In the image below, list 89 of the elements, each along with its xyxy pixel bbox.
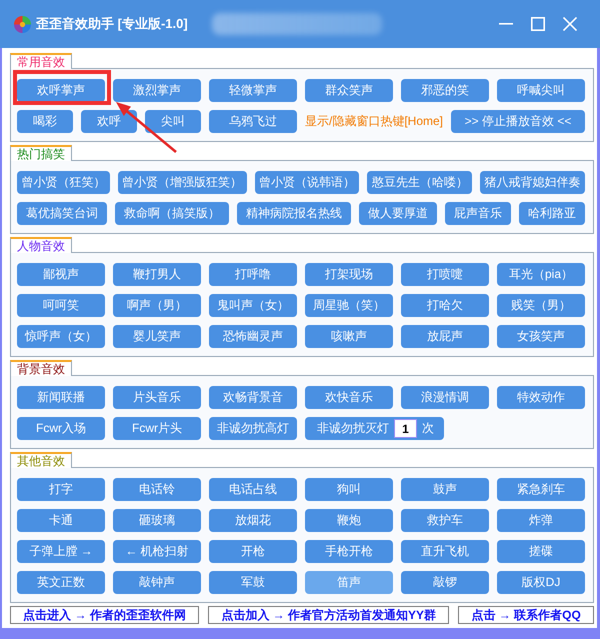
group-title: 常用音效 bbox=[10, 53, 72, 69]
color-wheel-icon bbox=[14, 16, 31, 32]
sound-button[interactable]: 卡通 bbox=[17, 509, 105, 532]
group-title: 其他音效 bbox=[10, 452, 72, 468]
sound-button[interactable]: 鬼叫声（女） bbox=[209, 294, 297, 317]
sound-button[interactable]: 敲钟声 bbox=[113, 571, 201, 594]
sound-button[interactable]: 鼓声 bbox=[401, 478, 489, 501]
sound-button[interactable]: 呵呵笑 bbox=[17, 294, 105, 317]
window-title: 歪歪音效助手 [专业版-1.0] bbox=[36, 15, 188, 33]
sound-button[interactable]: 轻微掌声 bbox=[209, 79, 297, 102]
sound-button[interactable]: 哈利路亚 bbox=[519, 202, 585, 225]
sound-button[interactable]: 欢快音乐 bbox=[305, 386, 393, 409]
sound-button[interactable]: 紧急刹车 bbox=[497, 478, 585, 501]
sound-button[interactable]: 搓碟 bbox=[497, 540, 585, 563]
footer-link[interactable]: 点击进入 → 作者的歪歪软件网 bbox=[10, 606, 200, 624]
sound-button[interactable]: 手枪开枪 bbox=[305, 540, 393, 563]
sound-button[interactable]: 屁声音乐 bbox=[445, 202, 511, 225]
group-title: 人物音效 bbox=[10, 237, 72, 253]
sound-button[interactable]: 军鼓 bbox=[209, 571, 297, 594]
sound-button[interactable]: 惊呼声（女） bbox=[17, 325, 105, 348]
sound-button[interactable]: 欢畅背景音 bbox=[209, 386, 297, 409]
sound-button[interactable]: 英文正数 bbox=[17, 571, 105, 594]
sound-button[interactable]: 子弹上膛 → bbox=[17, 540, 105, 563]
sound-button[interactable]: 浪漫情调 bbox=[401, 386, 489, 409]
sound-button[interactable]: Fcwr入场 bbox=[17, 417, 105, 440]
sound-button[interactable]: 女孩笑声 bbox=[497, 325, 585, 348]
footer-link[interactable]: 点击加入 → 作者官方活动首发通知YY群 bbox=[208, 606, 450, 624]
count-button[interactable]: 非诚勿扰灭灯 1 次 bbox=[305, 417, 444, 440]
maximize-icon bbox=[531, 17, 545, 31]
stop-button[interactable]: >> 停止播放音效 << bbox=[451, 110, 585, 133]
group-title: 背景音效 bbox=[10, 360, 72, 376]
hotkey-hint: 显示/隐藏窗口热键[Home] bbox=[305, 113, 444, 130]
sound-button[interactable]: 猪八戒背媳妇伴奏 bbox=[480, 171, 585, 194]
sound-button[interactable]: 打字 bbox=[17, 478, 105, 501]
sound-button[interactable]: 鄙视声 bbox=[17, 263, 105, 286]
sound-button[interactable]: 憨豆先生（哈喽） bbox=[367, 171, 472, 194]
sound-button[interactable]: 救命啊（搞笑版） bbox=[115, 202, 229, 225]
sound-button[interactable]: ← 机枪扫射 bbox=[113, 540, 201, 563]
sound-button[interactable]: 片头音乐 bbox=[113, 386, 201, 409]
sound-button[interactable]: 直升飞机 bbox=[401, 540, 489, 563]
sound-button[interactable]: Fcwr片头 bbox=[113, 417, 201, 440]
sound-button[interactable]: 喝彩 bbox=[17, 110, 73, 133]
sound-button[interactable]: 版权DJ bbox=[497, 571, 585, 594]
sound-button[interactable]: 鞭打男人 bbox=[113, 263, 201, 286]
sound-button[interactable]: 狗叫 bbox=[305, 478, 393, 501]
sound-button[interactable]: 耳光（pia） bbox=[497, 263, 585, 286]
sound-button[interactable]: 欢呼掌声 bbox=[17, 79, 105, 102]
sound-button[interactable]: 呼喊尖叫 bbox=[497, 79, 585, 102]
sound-button[interactable]: 婴儿笑声 bbox=[113, 325, 201, 348]
sound-button[interactable]: 曾小贤（说韩语） bbox=[254, 171, 360, 194]
sound-button[interactable]: 尖叫 bbox=[145, 110, 201, 133]
sound-button[interactable]: 打呼噜 bbox=[209, 263, 297, 286]
sound-button[interactable]: 乌鸦飞过 bbox=[209, 110, 297, 133]
sound-button[interactable]: 新闻联播 bbox=[17, 386, 105, 409]
sound-button[interactable]: 电话铃 bbox=[113, 478, 201, 501]
sound-button[interactable]: 葛优搞笑台词 bbox=[17, 202, 107, 225]
sound-button[interactable]: 特效动作 bbox=[497, 386, 585, 409]
sound-button[interactable]: 群众笑声 bbox=[305, 79, 393, 102]
sound-button[interactable]: 曾小贤（增强版狂笑） bbox=[118, 171, 247, 194]
sound-button[interactable]: 放屁声 bbox=[401, 325, 489, 348]
sound-button[interactable]: 欢呼 bbox=[81, 110, 137, 133]
footer-link[interactable]: 点击 → 联系作者QQ bbox=[458, 606, 594, 624]
sound-button[interactable]: 放烟花 bbox=[209, 509, 297, 532]
sound-button[interactable]: 贱笑（男） bbox=[497, 294, 585, 317]
sound-button[interactable]: 曾小贤（狂笑） bbox=[17, 171, 110, 194]
sound-button[interactable]: 非诚勿扰高灯 bbox=[209, 417, 297, 440]
group-title: 热门搞笑 bbox=[10, 145, 72, 161]
sound-button[interactable]: 开枪 bbox=[209, 540, 297, 563]
sound-button[interactable]: 打喷嚏 bbox=[401, 263, 489, 286]
count-field[interactable]: 1 bbox=[394, 419, 417, 438]
sound-button[interactable]: 打哈欠 bbox=[401, 294, 489, 317]
sound-button[interactable]: 周星驰（笑） bbox=[305, 294, 393, 317]
sound-button[interactable]: 救护车 bbox=[401, 509, 489, 532]
sound-button[interactable]: 砸玻璃 bbox=[113, 509, 201, 532]
sound-button[interactable]: 鞭炮 bbox=[305, 509, 393, 532]
sound-button[interactable]: 电话占线 bbox=[209, 478, 297, 501]
sound-button[interactable]: 咳嗽声 bbox=[305, 325, 393, 348]
sound-button[interactable]: 做人要厚道 bbox=[359, 202, 437, 225]
sound-button[interactable]: 激烈掌声 bbox=[113, 79, 201, 102]
sound-button[interactable]: 邪恶的笑 bbox=[401, 79, 489, 102]
sound-button[interactable]: 精神病院报名热线 bbox=[237, 202, 351, 225]
sound-button[interactable]: 恐怖幽灵声 bbox=[209, 325, 297, 348]
close-icon bbox=[563, 17, 577, 31]
sound-button[interactable]: 敲锣 bbox=[401, 571, 489, 594]
sound-button[interactable]: 啊声（男） bbox=[113, 294, 201, 317]
minimize-icon bbox=[499, 23, 513, 25]
sound-button[interactable]: 打架现场 bbox=[305, 263, 393, 286]
sound-button[interactable]: 炸弹 bbox=[497, 509, 585, 532]
sound-button[interactable]: 笛声 bbox=[305, 571, 393, 594]
